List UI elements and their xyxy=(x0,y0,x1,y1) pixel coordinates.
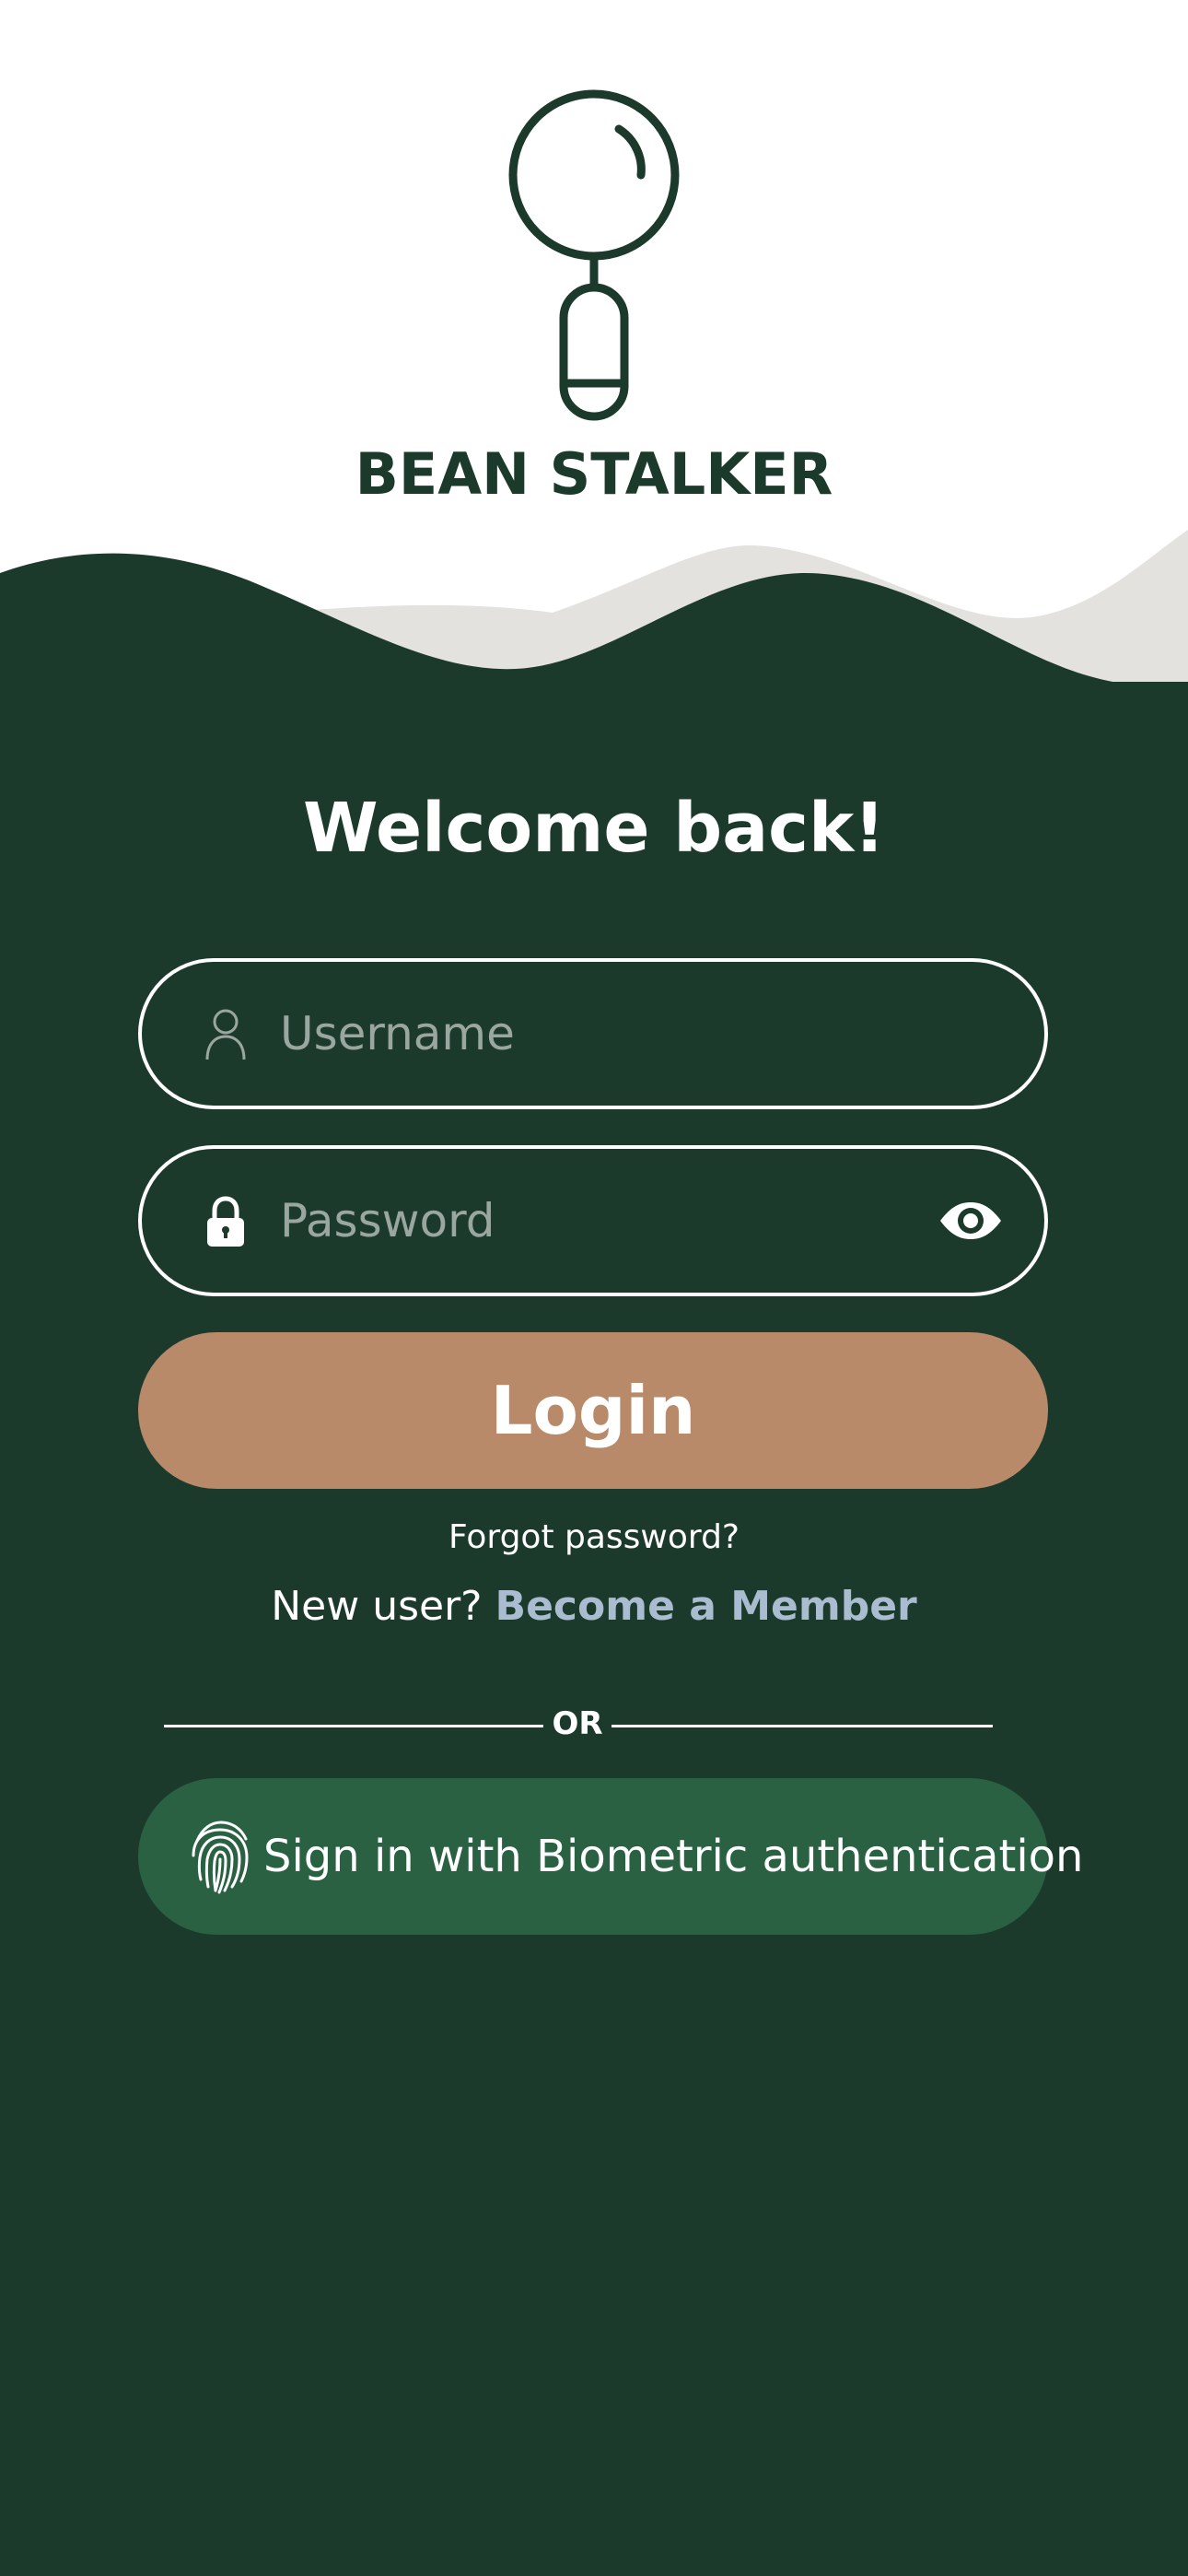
brand-name: BEAN STALKER xyxy=(355,440,833,508)
lock-icon xyxy=(207,1196,244,1247)
new-user-prompt: New user? xyxy=(271,1583,483,1630)
biometric-signin-label: Sign in with Biometric authentication xyxy=(263,1831,1084,1882)
password-field[interactable] xyxy=(138,1145,1048,1296)
biometric-signin-button[interactable]: Sign in with Biometric authentication xyxy=(138,1778,1083,1935)
forgot-password-row: Forgot password? xyxy=(0,1518,1188,1556)
header-background xyxy=(0,0,1188,700)
fingerprint-icon xyxy=(192,1821,249,1894)
forgot-password-link[interactable]: Forgot password? xyxy=(448,1518,740,1556)
new-user-row: New user? Become a Member xyxy=(0,1583,1188,1630)
welcome-title: Welcome back! xyxy=(302,789,886,868)
login-button[interactable]: Login xyxy=(138,1332,1048,1489)
become-member-link[interactable]: Become a Member xyxy=(495,1583,917,1630)
or-divider-text: OR xyxy=(552,1705,603,1742)
password-input[interactable] xyxy=(280,1149,869,1293)
username-field[interactable] xyxy=(138,958,1048,1109)
header-area: BEAN STALKER xyxy=(0,0,1188,700)
divider-line-left xyxy=(164,1725,543,1727)
username-input[interactable] xyxy=(280,962,869,1106)
eye-icon xyxy=(940,1202,1001,1239)
show-password-toggle[interactable] xyxy=(938,1191,1004,1250)
divider-line-right xyxy=(611,1725,993,1727)
user-icon xyxy=(205,1009,246,1060)
login-screen: BEAN STALKER Welcome back! Login Forgot … xyxy=(0,0,1188,2576)
